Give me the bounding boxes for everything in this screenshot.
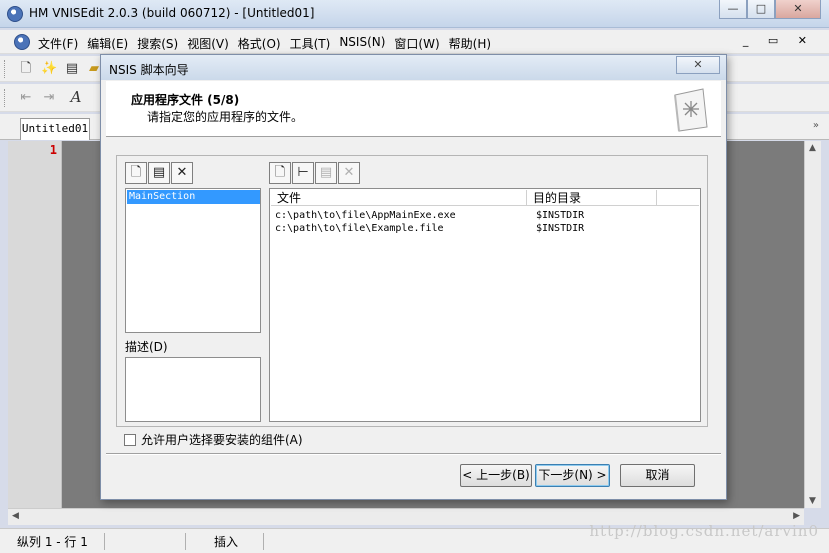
menu-search[interactable]: 搜索(S) — [137, 35, 178, 52]
menu-tools[interactable]: 工具(T) — [290, 35, 331, 52]
dialog-header: 应用程序文件 (5/8) 请指定您的应用程序的文件。 — [106, 81, 721, 137]
add-file-button[interactable]: 🗋 — [269, 162, 291, 184]
title-bar: HM VNISEdit 2.0.3 (build 060712) - [Unti… — [0, 0, 829, 28]
column-file[interactable]: 文件 — [271, 190, 527, 206]
mdi-window-controls[interactable]: _ ▭ ✕ — [743, 34, 815, 47]
allow-components-checkbox[interactable] — [124, 434, 136, 446]
tab-untitled01[interactable]: Untitled01 — [20, 118, 90, 140]
files-group: 🗋 ▤ ✕ MainSection 描述(D) 🗋 ⊢ ▤ ✕ 文件 目的目录 … — [116, 155, 708, 427]
line-number: 1 — [49, 143, 57, 157]
allow-components-option[interactable]: 允许用户选择要安装的组件(A) — [124, 431, 303, 448]
edit-file-button[interactable]: ▤ — [315, 162, 337, 184]
file-path: c:\path\to\file\Example.file — [275, 223, 444, 234]
delete-file-button[interactable]: ✕ — [338, 162, 360, 184]
list-item[interactable]: MainSection — [127, 190, 260, 204]
allow-components-label: 允许用户选择要安装的组件(A) — [141, 433, 303, 447]
menu-window[interactable]: 窗口(W) — [394, 35, 439, 52]
divider — [106, 453, 721, 455]
menu-view[interactable]: 视图(V) — [187, 35, 229, 52]
add-section-button[interactable]: 🗋 — [125, 162, 147, 184]
dialog-title-bar: NSIS 脚本向导 ✕ — [101, 55, 726, 80]
vertical-scrollbar[interactable]: ▲ ▼ — [804, 141, 821, 508]
scroll-down-icon[interactable]: ▼ — [809, 496, 816, 506]
menu-bar: 文件(F) 编辑(E) 搜索(S) 视图(V) 格式(O) 工具(T) NSIS… — [0, 30, 829, 54]
cursor-position: 纵列 1 - 行 1 — [17, 533, 105, 550]
template-icon[interactable]: ▤ — [64, 61, 80, 77]
column-destination[interactable]: 目的目录 — [527, 190, 657, 206]
delete-section-button[interactable]: ✕ — [171, 162, 193, 184]
toolbar-grip[interactable] — [4, 60, 7, 78]
menu-file[interactable]: 文件(F) — [38, 35, 78, 52]
step-subheading: 请指定您的应用程序的文件。 — [147, 110, 304, 124]
section-properties-button[interactable]: ▤ — [148, 162, 170, 184]
add-directory-tree-button[interactable]: ⊢ — [292, 162, 314, 184]
toolbar-grip[interactable] — [4, 89, 7, 107]
next-button[interactable]: 下一步(N) > — [535, 464, 610, 487]
wizard-icon[interactable]: ✨ — [41, 61, 57, 77]
menu-help[interactable]: 帮助(H) — [449, 35, 491, 52]
maximize-button[interactable]: □ — [747, 0, 775, 19]
cancel-button[interactable]: 取消 — [620, 464, 695, 487]
status-empty — [108, 533, 186, 550]
step-heading: 应用程序文件 (5/8) — [131, 93, 240, 107]
description-field[interactable] — [125, 357, 261, 422]
new-file-icon[interactable]: 🗋 — [18, 61, 34, 77]
file-destination: $INSTDIR — [536, 223, 585, 234]
wizard-book-icon — [674, 88, 708, 132]
close-button[interactable]: ✕ — [775, 0, 821, 19]
menu-nsis[interactable]: NSIS(N) — [339, 35, 385, 52]
font-icon[interactable]: A — [68, 89, 84, 105]
nsis-wizard-dialog: NSIS 脚本向导 ✕ 应用程序文件 (5/8) 请指定您的应用程序的文件。 🗋… — [100, 54, 727, 500]
back-button[interactable]: < 上一步(B) — [460, 464, 532, 487]
scroll-right-icon[interactable]: ▶ — [793, 511, 800, 521]
scroll-left-icon[interactable]: ◀ — [12, 511, 19, 521]
line-gutter: 1 — [8, 141, 62, 508]
files-list-view[interactable]: 文件 目的目录 c:\path\to\file\AppMainExe.exe $… — [269, 188, 701, 422]
window-title: HM VNISEdit 2.0.3 (build 060712) - [Unti… — [29, 6, 315, 20]
file-destination: $INSTDIR — [536, 210, 585, 221]
outdent-icon[interactable]: ⇤ — [18, 90, 34, 106]
document-icon[interactable] — [14, 34, 30, 50]
insert-mode: 插入 — [214, 533, 264, 550]
section-list[interactable]: MainSection — [125, 188, 261, 333]
menu-edit[interactable]: 编辑(E) — [87, 35, 128, 52]
dialog-title: NSIS 脚本向导 — [109, 63, 189, 77]
scroll-up-icon[interactable]: ▲ — [809, 143, 816, 153]
menu-format[interactable]: 格式(O) — [238, 35, 281, 52]
minimize-button[interactable]: — — [719, 0, 747, 19]
description-label: 描述(D) — [125, 340, 168, 354]
app-icon — [7, 6, 23, 22]
list-header: 文件 目的目录 — [271, 190, 699, 206]
dialog-close-button[interactable]: ✕ — [676, 56, 720, 74]
watermark: http://blog.csdn.net/arvin0 — [589, 522, 819, 540]
file-path: c:\path\to\file\AppMainExe.exe — [275, 210, 456, 221]
tab-scroll-icon[interactable]: » — [813, 120, 819, 131]
indent-icon[interactable]: ⇥ — [41, 90, 57, 106]
